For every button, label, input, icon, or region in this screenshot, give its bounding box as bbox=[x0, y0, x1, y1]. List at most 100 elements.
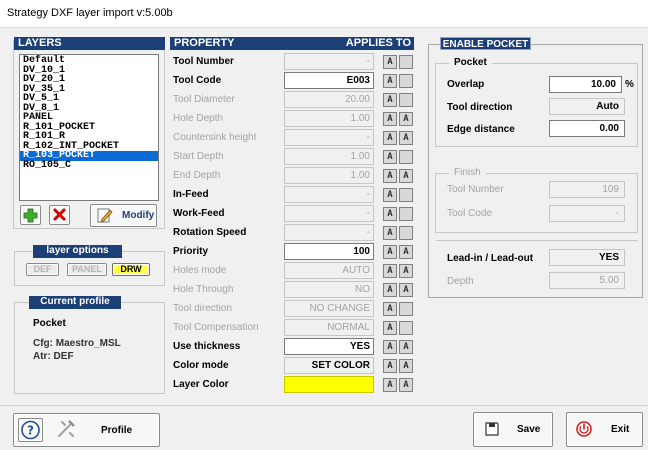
property-value-input[interactable]: NO CHANGE bbox=[284, 300, 374, 317]
applies-all-icon[interactable] bbox=[399, 302, 413, 316]
property-value-input[interactable]: E003 bbox=[284, 72, 374, 89]
layers-header-label: LAYERS bbox=[18, 37, 62, 49]
property-value-input[interactable]: 1.00 bbox=[284, 110, 374, 127]
property-value-input[interactable]: SET COLOR bbox=[284, 357, 374, 374]
property-value-input[interactable]: - bbox=[284, 205, 374, 222]
property-value-input[interactable]: 1.00 bbox=[284, 148, 374, 165]
property-value-input[interactable]: AUTO bbox=[284, 262, 374, 279]
applies-layer-icon[interactable]: A bbox=[383, 188, 397, 202]
lead-in-out-select[interactable]: YES bbox=[549, 249, 625, 266]
layers-header: LAYERS bbox=[14, 37, 165, 50]
property-row: Hole Depth 1.00 A A bbox=[173, 110, 415, 129]
applies-all-icon[interactable]: A bbox=[399, 264, 413, 278]
applies-layer-icon[interactable]: A bbox=[383, 74, 397, 88]
edge-distance-label: Edge distance bbox=[447, 124, 515, 135]
delete-icon bbox=[53, 208, 66, 221]
applies-layer-icon[interactable]: A bbox=[383, 283, 397, 297]
property-row: Tool Number - A bbox=[173, 53, 415, 72]
property-value-input[interactable]: 100 bbox=[284, 243, 374, 260]
layer-item[interactable]: RO_105_C bbox=[20, 160, 158, 171]
profile-button[interactable]: Profile bbox=[48, 415, 158, 445]
add-layer-button[interactable] bbox=[20, 205, 41, 225]
bottom-divider bbox=[0, 405, 648, 406]
applies-layer-icon[interactable]: A bbox=[383, 302, 397, 316]
property-row: Rotation Speed - A bbox=[173, 224, 415, 243]
save-label: Save bbox=[517, 424, 541, 435]
applies-all-icon[interactable] bbox=[399, 321, 413, 335]
applies-layer-icon[interactable]: A bbox=[383, 321, 397, 335]
property-value-input[interactable]: 1.00 bbox=[284, 167, 374, 184]
applies-all-icon[interactable] bbox=[399, 55, 413, 69]
lead-depth-input[interactable]: 5.00 bbox=[549, 272, 625, 289]
property-row: Holes mode AUTO A A bbox=[173, 262, 415, 281]
edit-icon bbox=[97, 208, 113, 223]
pocket-title: Pocket bbox=[449, 57, 492, 68]
modify-button[interactable]: Modify bbox=[90, 204, 157, 227]
finish-tool-code-input[interactable]: - bbox=[549, 205, 625, 222]
power-icon bbox=[576, 421, 592, 437]
profile-bar: ? Profile bbox=[13, 413, 160, 447]
property-row: End Depth 1.00 A A bbox=[173, 167, 415, 186]
applies-all-icon[interactable]: A bbox=[399, 283, 413, 297]
property-row: Use thickness YES A A bbox=[173, 338, 415, 357]
applies-all-icon[interactable] bbox=[399, 188, 413, 202]
lead-in-out-label: Lead-in / Lead-out bbox=[447, 253, 534, 264]
finish-tool-number-input[interactable]: 109 bbox=[549, 181, 625, 198]
applies-layer-icon[interactable]: A bbox=[383, 264, 397, 278]
property-value-input[interactable] bbox=[284, 376, 374, 393]
property-value-input[interactable]: - bbox=[284, 186, 374, 203]
applies-all-icon[interactable]: A bbox=[399, 169, 413, 183]
applies-layer-icon[interactable]: A bbox=[383, 207, 397, 221]
applies-all-icon[interactable]: A bbox=[399, 359, 413, 373]
applies-layer-icon[interactable]: A bbox=[383, 112, 397, 126]
svg-text:?: ? bbox=[27, 424, 34, 438]
applies-all-icon[interactable] bbox=[399, 207, 413, 221]
edge-distance-input[interactable]: 0.00 bbox=[549, 120, 625, 137]
applies-to-label: APPLIES TO bbox=[345, 37, 411, 49]
applies-all-icon[interactable] bbox=[399, 150, 413, 164]
property-row: Work-Feed - A bbox=[173, 205, 415, 224]
applies-layer-icon[interactable]: A bbox=[383, 93, 397, 107]
finish-title: Finish bbox=[449, 167, 486, 178]
applies-layer-icon[interactable]: A bbox=[383, 169, 397, 183]
applies-layer-icon[interactable]: A bbox=[383, 226, 397, 240]
layers-list[interactable]: Default DV_10_1 DV_20_1 DV_35_1 DV_5_1 DV_8_1… bbox=[19, 54, 159, 201]
applies-all-icon[interactable]: A bbox=[399, 340, 413, 354]
applies-all-icon[interactable]: A bbox=[399, 112, 413, 126]
property-value-input[interactable]: - bbox=[284, 129, 374, 146]
property-header-label: PROPERTY bbox=[174, 37, 235, 49]
property-value-input[interactable]: NORMAL bbox=[284, 319, 374, 336]
property-value-input[interactable]: - bbox=[284, 53, 374, 70]
enable-pocket-toggle[interactable]: ENABLE POCKET bbox=[440, 37, 531, 50]
property-value-input[interactable]: NO bbox=[284, 281, 374, 298]
save-button[interactable]: Save bbox=[473, 412, 553, 447]
def-option-button[interactable]: DEF bbox=[26, 263, 59, 276]
property-value-input[interactable]: YES bbox=[284, 338, 374, 355]
drw-option-button[interactable]: DRW bbox=[112, 263, 150, 276]
applies-layer-icon[interactable]: A bbox=[383, 378, 397, 392]
applies-layer-icon[interactable]: A bbox=[383, 359, 397, 373]
panel-option-button[interactable]: PANEL bbox=[67, 263, 107, 276]
applies-all-icon[interactable]: A bbox=[399, 131, 413, 145]
property-label: Use thickness bbox=[173, 341, 241, 352]
delete-layer-button[interactable] bbox=[49, 205, 70, 225]
tools-icon bbox=[58, 420, 75, 437]
applies-all-icon[interactable] bbox=[399, 93, 413, 107]
help-button[interactable]: ? bbox=[18, 418, 43, 442]
tool-direction-select[interactable]: Auto bbox=[549, 98, 625, 115]
applies-layer-icon[interactable]: A bbox=[383, 55, 397, 69]
overlap-input[interactable]: 10.00 bbox=[549, 76, 622, 93]
applies-all-icon[interactable]: A bbox=[399, 245, 413, 259]
property-value-input[interactable]: - bbox=[284, 224, 374, 241]
applies-layer-icon[interactable]: A bbox=[383, 131, 397, 145]
applies-all-icon[interactable] bbox=[399, 226, 413, 240]
plus-icon bbox=[23, 208, 38, 223]
applies-all-icon[interactable]: A bbox=[399, 378, 413, 392]
exit-button[interactable]: Exit bbox=[566, 412, 643, 447]
pocket-divider bbox=[436, 240, 638, 241]
applies-layer-icon[interactable]: A bbox=[383, 340, 397, 354]
property-value-input[interactable]: 20.00 bbox=[284, 91, 374, 108]
applies-all-icon[interactable] bbox=[399, 74, 413, 88]
applies-layer-icon[interactable]: A bbox=[383, 245, 397, 259]
applies-layer-icon[interactable]: A bbox=[383, 150, 397, 164]
